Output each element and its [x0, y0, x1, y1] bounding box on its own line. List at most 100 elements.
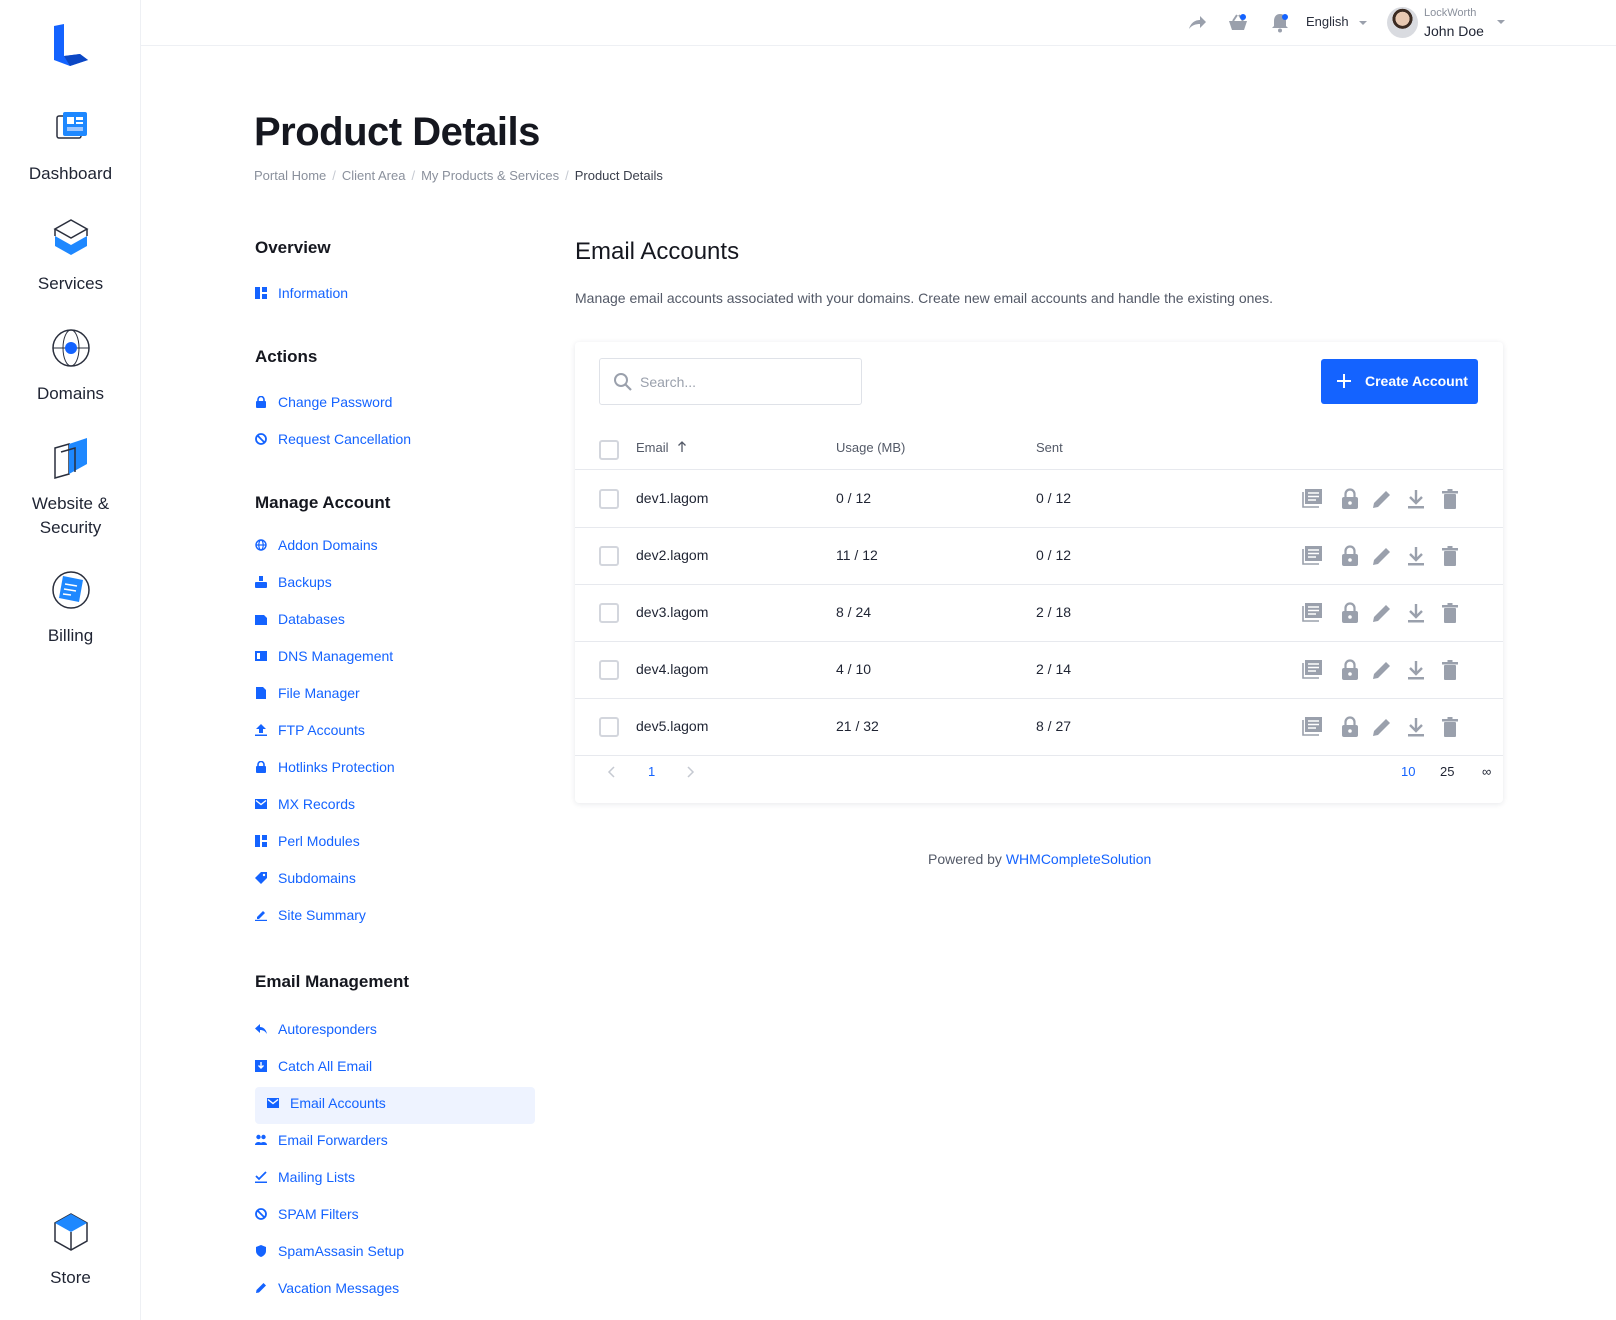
delete-icon[interactable] — [1438, 601, 1462, 625]
menu-ftp-accounts[interactable]: FTP Accounts — [255, 722, 365, 738]
cell-usage: 4 / 10 — [836, 661, 872, 677]
details-icon[interactable] — [1302, 544, 1326, 568]
menu-site-summary[interactable]: Site Summary — [255, 907, 366, 923]
row-checkbox[interactable] — [599, 489, 619, 509]
lock-icon[interactable] — [1338, 658, 1362, 682]
edit-icon[interactable] — [1370, 544, 1394, 568]
lock-icon[interactable] — [1338, 715, 1362, 739]
lagom-logo[interactable] — [52, 24, 88, 68]
backup-icon — [255, 576, 267, 588]
page-size-all[interactable]: ∞ — [1482, 764, 1491, 779]
download-icon[interactable] — [1404, 715, 1428, 739]
column-email[interactable]: Email — [636, 440, 687, 455]
cell-email[interactable]: dev4.lagom — [636, 661, 708, 677]
search-box[interactable] — [599, 358, 862, 405]
menu-hotlinks-protection[interactable]: Hotlinks Protection — [255, 759, 395, 775]
dns-icon — [255, 651, 267, 661]
nav-domains[interactable]: Domains — [0, 326, 141, 406]
nav-dashboard[interactable]: Dashboard — [0, 106, 141, 186]
avatar[interactable] — [1387, 7, 1418, 38]
billing-icon — [51, 571, 90, 609]
lock-icon[interactable] — [1338, 544, 1362, 568]
cell-email[interactable]: dev3.lagom — [636, 604, 708, 620]
page-current[interactable]: 1 — [648, 764, 655, 779]
delete-icon[interactable] — [1438, 544, 1462, 568]
menu-dns-management[interactable]: DNS Management — [255, 648, 393, 664]
menu-spamassasin-setup[interactable]: SpamAssasin Setup — [255, 1243, 404, 1259]
details-icon[interactable] — [1302, 715, 1326, 739]
cell-email[interactable]: dev2.lagom — [636, 547, 708, 563]
details-icon[interactable] — [1302, 487, 1326, 511]
search-input[interactable] — [640, 359, 850, 404]
delete-icon[interactable] — [1438, 715, 1462, 739]
edit-icon[interactable] — [1370, 601, 1394, 625]
menu-subdomains[interactable]: Subdomains — [255, 870, 356, 886]
delete-icon[interactable] — [1438, 487, 1462, 511]
nav-billing[interactable]: Billing — [0, 568, 141, 648]
menu-autoresponders[interactable]: Autoresponders — [255, 1021, 377, 1037]
chevron-right-icon[interactable] — [687, 766, 695, 778]
page-size-25[interactable]: 25 — [1440, 764, 1454, 779]
mail-icon — [267, 1098, 279, 1108]
nav-store[interactable]: Store — [0, 1210, 141, 1290]
download-icon[interactable] — [1404, 601, 1428, 625]
details-icon[interactable] — [1302, 601, 1326, 625]
menu-email-forwarders[interactable]: Email Forwarders — [255, 1132, 388, 1148]
menu-vacation-messages-label: Vacation Messages — [278, 1280, 400, 1296]
user-menu-chevron-icon[interactable] — [1497, 20, 1505, 24]
cell-email[interactable]: dev5.lagom — [636, 718, 708, 734]
menu-catch-all-email[interactable]: Catch All Email — [255, 1058, 372, 1074]
nav-website-security[interactable]: Website & Security — [0, 436, 141, 540]
chevron-left-icon[interactable] — [607, 766, 615, 778]
column-usage[interactable]: Usage (MB) — [836, 440, 905, 455]
menu-information[interactable]: Information — [255, 285, 348, 301]
menu-hotlinks-protection-label: Hotlinks Protection — [278, 759, 395, 775]
select-all-checkbox[interactable] — [599, 440, 619, 460]
menu-change-password[interactable]: Change Password — [255, 394, 392, 410]
row-checkbox[interactable] — [599, 717, 619, 737]
menu-email-accounts[interactable]: Email Accounts — [267, 1095, 386, 1111]
menu-databases[interactable]: Databases — [255, 611, 345, 627]
row-checkbox[interactable] — [599, 546, 619, 566]
create-account-button[interactable]: Create Account — [1321, 359, 1478, 404]
lock-icon[interactable] — [1338, 487, 1362, 511]
menu-file-manager[interactable]: File Manager — [255, 685, 360, 701]
menu-request-cancellation[interactable]: Request Cancellation — [255, 431, 411, 447]
details-icon[interactable] — [1302, 658, 1326, 682]
breadcrumb-my-products[interactable]: My Products & Services — [421, 168, 559, 183]
edit-icon[interactable] — [1370, 487, 1394, 511]
download-icon[interactable] — [1404, 487, 1428, 511]
menu-mx-records[interactable]: MX Records — [255, 796, 355, 812]
edit-icon[interactable] — [1370, 658, 1394, 682]
row-checkbox[interactable] — [599, 660, 619, 680]
menu-mailing-lists[interactable]: Mailing Lists — [255, 1169, 355, 1185]
share-icon[interactable] — [1186, 12, 1208, 34]
menu-backups[interactable]: Backups — [255, 574, 332, 590]
row-checkbox[interactable] — [599, 603, 619, 623]
sort-arrow-up-icon — [677, 441, 686, 452]
cell-email[interactable]: dev1.lagom — [636, 490, 708, 506]
download-icon[interactable] — [1404, 658, 1428, 682]
page-size-10[interactable]: 10 — [1401, 764, 1415, 779]
menu-spam-filters[interactable]: SPAM Filters — [255, 1206, 359, 1222]
menu-vacation-messages[interactable]: Vacation Messages — [255, 1280, 399, 1296]
language-selector[interactable]: English — [1306, 14, 1367, 29]
nav-store-label: Store — [50, 1268, 91, 1287]
column-sent[interactable]: Sent — [1036, 440, 1063, 455]
menu-addon-domains[interactable]: Addon Domains — [255, 537, 378, 553]
nav-services[interactable]: Services — [0, 216, 141, 296]
menu-catch-all-email-label: Catch All Email — [278, 1058, 373, 1074]
menu-perl-modules[interactable]: Perl Modules — [255, 833, 360, 849]
pagination: 1 10 25 ∞ — [575, 742, 1503, 803]
edit-icon[interactable] — [1370, 715, 1394, 739]
delete-icon[interactable] — [1438, 658, 1462, 682]
lock-icon[interactable] — [1338, 601, 1362, 625]
breadcrumb-client-area[interactable]: Client Area — [342, 168, 406, 183]
download-icon[interactable] — [1404, 544, 1428, 568]
footer-powered-link[interactable]: WHMCompleteSolution — [1006, 851, 1152, 867]
topbar: English LockWorth John Doe — [141, 0, 1616, 46]
menu-mailing-lists-label: Mailing Lists — [278, 1169, 356, 1185]
cell-usage: 21 / 32 — [836, 718, 879, 734]
breadcrumb-portal-home[interactable]: Portal Home — [254, 168, 326, 183]
user-name[interactable]: John Doe — [1424, 23, 1484, 39]
